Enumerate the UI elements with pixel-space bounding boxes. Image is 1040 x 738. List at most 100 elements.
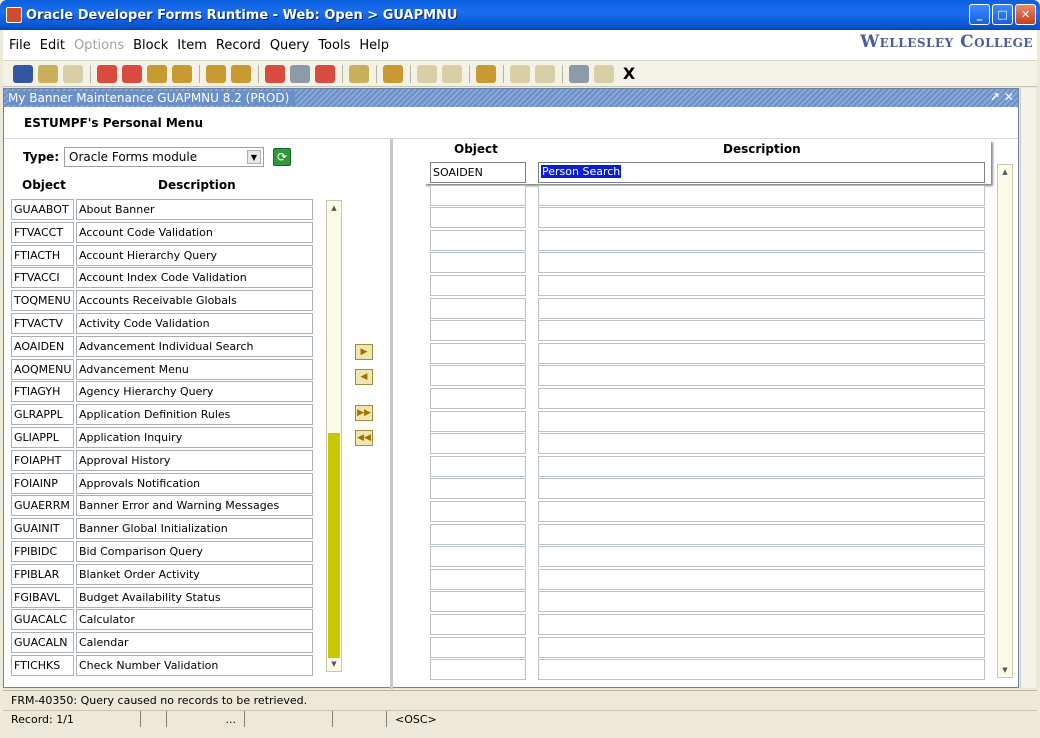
left-list-row[interactable]: GUAERRM Banner Error and Warning Messages [11, 495, 313, 517]
right-description-field[interactable] [538, 229, 985, 251]
left-list-row[interactable]: FOIAPHT Approval History [11, 449, 313, 471]
right-description-field[interactable] [538, 342, 985, 364]
left-object-field[interactable]: AOQMENU [11, 358, 74, 380]
left-list-row[interactable]: FTIAGYH Agency Hierarchy Query [11, 381, 313, 403]
menu-file[interactable]: File [9, 38, 31, 53]
left-list-row[interactable]: GUAABOT About Banner [11, 199, 313, 220]
left-description-field[interactable]: Banner Global Initialization [76, 518, 313, 540]
move-all-left-icon[interactable]: ◀◀ [355, 430, 373, 446]
previous-block-icon[interactable] [97, 64, 117, 83]
right-list-row[interactable] [430, 229, 985, 251]
next-record-icon[interactable] [147, 64, 167, 83]
move-all-right-icon[interactable]: ▶▶ [355, 405, 373, 421]
right-scrollbar[interactable]: ▲ ▼ [997, 164, 1013, 678]
menu-query[interactable]: Query [270, 38, 310, 53]
left-object-field[interactable]: FPIBLAR [11, 563, 74, 585]
left-object-field[interactable]: FTICHKS [11, 655, 74, 676]
right-description-field[interactable] [538, 614, 985, 635]
save-icon[interactable] [13, 64, 33, 83]
right-object-field[interactable]: SOAIDEN [430, 162, 526, 183]
right-object-field[interactable] [430, 388, 526, 409]
online-help-icon[interactable] [569, 64, 589, 83]
left-description-field[interactable]: Blanket Order Activity [76, 563, 313, 585]
left-object-field[interactable]: FTVACCI [11, 267, 74, 289]
left-description-field[interactable]: Account Code Validation [76, 221, 313, 243]
right-object-field[interactable] [430, 636, 526, 658]
right-list-row[interactable] [430, 320, 985, 342]
print-page-icon[interactable] [63, 64, 83, 83]
left-description-field[interactable]: Advancement Menu [76, 358, 313, 380]
left-description-field[interactable]: Banner Error and Warning Messages [76, 495, 313, 517]
scroll-up-icon[interactable]: ▲ [998, 166, 1012, 178]
right-description-field[interactable] [538, 546, 985, 568]
right-object-field[interactable] [430, 342, 526, 364]
left-scrollbar-thumb[interactable] [328, 433, 340, 658]
maximize-button[interactable]: □ [992, 4, 1013, 25]
menu-edit[interactable]: Edit [40, 38, 65, 53]
left-description-field[interactable]: Budget Availability Status [76, 586, 313, 608]
left-list-row[interactable]: GLRAPPL Application Definition Rules [11, 404, 313, 426]
left-list-row[interactable]: FTIACTH Account Hierarchy Query [11, 244, 313, 266]
right-description-field[interactable] [538, 568, 985, 590]
left-object-field[interactable]: FTIACTH [11, 244, 74, 266]
left-list-row[interactable]: FTVACCT Account Code Validation [11, 221, 313, 243]
refresh-icon[interactable]: ⟳ [273, 148, 291, 166]
right-description-field[interactable] [538, 659, 985, 681]
right-object-field[interactable] [430, 365, 526, 387]
scroll-down-icon[interactable]: ▼ [327, 658, 341, 670]
type-select[interactable]: Oracle Forms module ▼ [64, 147, 264, 167]
right-object-field[interactable] [430, 591, 526, 613]
lightbulb-icon[interactable] [594, 64, 614, 83]
right-object-field[interactable] [430, 433, 526, 455]
left-scrollbar[interactable]: ▲ ▼ [326, 200, 342, 672]
left-description-field[interactable]: Approvals Notification [76, 472, 313, 494]
enter-query-icon[interactable] [206, 64, 226, 83]
right-description-field[interactable] [538, 523, 985, 545]
left-object-field[interactable]: FOIAINP [11, 472, 74, 494]
menu-item[interactable]: Item [177, 38, 207, 53]
right-description-field[interactable] [538, 388, 985, 409]
left-object-field[interactable]: GLIAPPL [11, 427, 74, 448]
right-list-row[interactable] [430, 275, 985, 296]
left-description-field[interactable]: Bid Comparison Query [76, 541, 313, 562]
right-list-row[interactable] [430, 252, 985, 274]
next-block-icon[interactable] [172, 64, 192, 83]
right-object-field[interactable] [430, 455, 526, 477]
right-description-field[interactable] [538, 410, 985, 432]
right-object-field[interactable] [430, 523, 526, 545]
left-object-field[interactable]: FTIAGYH [11, 381, 74, 403]
right-list-row[interactable] [430, 523, 985, 545]
item-properties-icon[interactable] [349, 64, 369, 83]
right-list-row[interactable] [430, 207, 985, 229]
left-description-field[interactable]: Advancement Individual Search [76, 335, 313, 357]
right-description-field[interactable] [538, 455, 985, 477]
print-icon[interactable] [383, 64, 403, 83]
left-list-row[interactable]: GLIAPPL Application Inquiry [11, 427, 313, 448]
left-description-field[interactable]: Calculator [76, 609, 313, 631]
right-list-row[interactable] [430, 614, 985, 635]
insert-record-icon[interactable] [265, 64, 285, 83]
scroll-down-icon[interactable]: ▼ [998, 664, 1012, 676]
right-list-row[interactable] [430, 659, 985, 681]
left-object-field[interactable]: FTVACCT [11, 221, 74, 243]
left-object-field[interactable]: GUAABOT [11, 199, 74, 220]
left-list-row[interactable]: FTVACTV Activity Code Validation [11, 313, 313, 334]
right-object-field[interactable] [430, 184, 526, 206]
left-list-row[interactable]: FPIBLAR Blanket Order Activity [11, 563, 313, 585]
close-button[interactable]: ✕ [1015, 4, 1036, 25]
left-description-field[interactable]: About Banner [76, 199, 313, 220]
left-list-row[interactable]: FGIBAVL Budget Availability Status [11, 586, 313, 608]
right-description-field[interactable] [538, 433, 985, 455]
right-object-field[interactable] [430, 546, 526, 568]
left-description-field[interactable]: Calendar [76, 632, 313, 654]
right-object-field[interactable] [430, 275, 526, 296]
execute-query-icon[interactable] [231, 64, 251, 83]
left-list-row[interactable]: GUACALN Calendar [11, 632, 313, 654]
left-description-field[interactable]: Account Index Code Validation [76, 267, 313, 289]
right-description-field[interactable] [538, 207, 985, 229]
right-list-row[interactable] [430, 455, 985, 477]
chevron-down-icon[interactable]: ▼ [247, 150, 261, 164]
right-object-field[interactable] [430, 501, 526, 522]
right-list-row[interactable] [430, 546, 985, 568]
previous-record-icon[interactable] [122, 64, 142, 83]
